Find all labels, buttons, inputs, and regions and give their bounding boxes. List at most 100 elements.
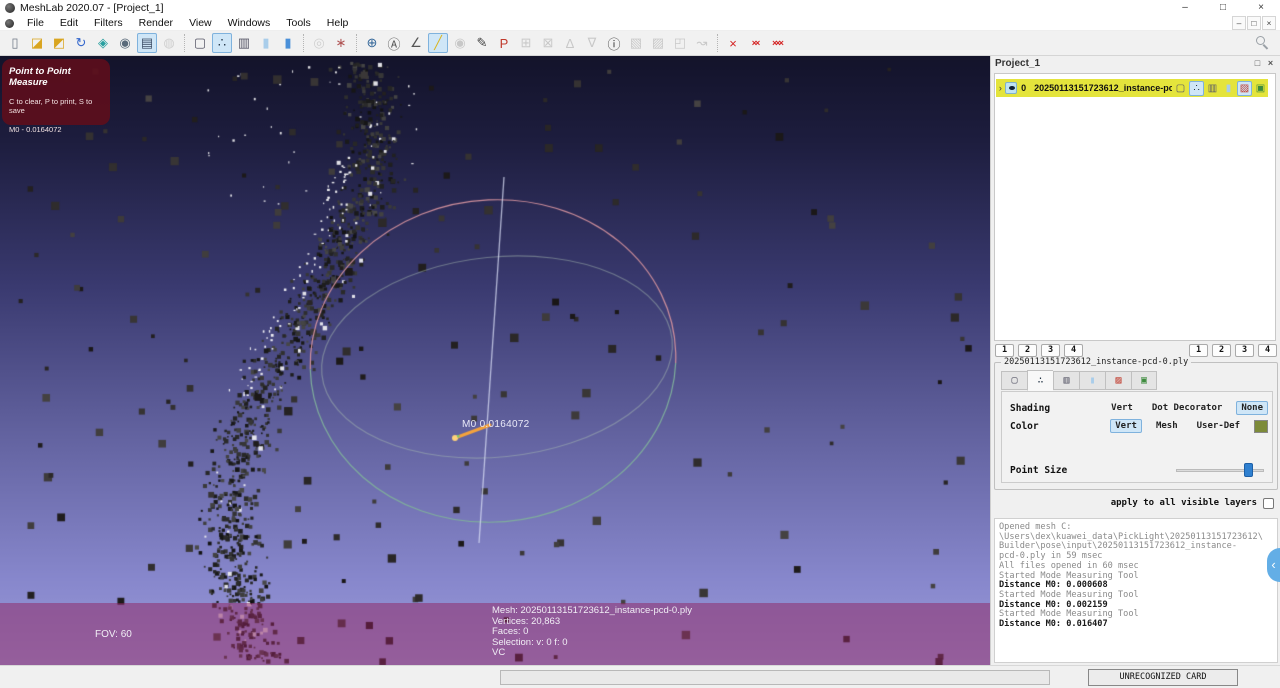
quick-button-right-2[interactable]: 2: [1212, 344, 1231, 357]
mdi-window-controls: – □ ×: [1231, 16, 1276, 30]
menubar: File Edit Filters Render View Windows Tools Hel…: [0, 16, 1280, 31]
open-project-icon[interactable]: ◪: [27, 33, 47, 53]
window-title: MeshLab 2020.07 - [Project_1]: [20, 2, 164, 14]
tab-wireframe-icon[interactable]: ▥: [1053, 371, 1079, 390]
shading-option-none[interactable]: None: [1236, 401, 1268, 415]
menu-windows[interactable]: Windows: [220, 16, 279, 30]
color-label: Color: [1010, 420, 1039, 432]
expand-arrow-icon[interactable]: ›: [996, 83, 1005, 93]
mdi-minimize-button[interactable]: –: [1232, 16, 1246, 30]
row-flat-icon[interactable]: ▮: [1221, 81, 1236, 96]
color-options: Vert Mesh User-Def: [1110, 419, 1268, 433]
menu-edit[interactable]: Edit: [52, 16, 86, 30]
quick-button-left-3[interactable]: 3: [1041, 344, 1060, 357]
quick-button-left-1[interactable]: 1: [995, 344, 1014, 357]
select-connected-icon: ▧: [629, 35, 643, 50]
new-project-icon[interactable]: ▯: [5, 33, 25, 53]
layer-name: 20250113151723612_instance-pcd-0 *: [1034, 83, 1173, 93]
visibility-eye-icon[interactable]: [1004, 82, 1018, 94]
mdi-close-button[interactable]: ×: [1262, 16, 1276, 30]
point-size-slider[interactable]: [1176, 463, 1264, 477]
row-points-icon[interactable]: ∴: [1189, 80, 1205, 96]
row-shaders-icon[interactable]: ▣: [1253, 81, 1268, 96]
measure-overlay-value: M0 - 0.0164072: [9, 125, 62, 134]
tab-points-icon[interactable]: ∴: [1027, 370, 1053, 391]
manipulator-tool-icon: ∆: [566, 35, 574, 51]
close-panel-button[interactable]: ×: [1264, 57, 1277, 70]
shading-option-vert[interactable]: Vert: [1106, 401, 1138, 415]
row-wireframe-icon[interactable]: ▥: [1205, 81, 1220, 96]
quick-button-right-3[interactable]: 3: [1235, 344, 1254, 357]
apply-checkbox[interactable]: [1263, 498, 1274, 509]
quick-button-right-1[interactable]: 1: [1189, 344, 1208, 357]
slider-handle[interactable]: [1244, 463, 1253, 477]
render-flat-icon[interactable]: ▮: [256, 33, 276, 53]
measure-overlay-hint: C to clear, P to print, S to save: [9, 97, 93, 115]
restore-button[interactable]: □: [1204, 0, 1242, 16]
layer-row-icons: ▢ ∴ ▥ ▮ ▨ ▣: [1172, 80, 1268, 96]
menu-file[interactable]: File: [19, 16, 52, 30]
orthographic-view-icon[interactable]: ⊕: [362, 33, 382, 53]
info-tool-icon[interactable]: ⓘ: [604, 33, 624, 53]
properties-box: Shading Vert Dot Decorator None Color Vert…: [1001, 391, 1273, 483]
snapshot-icon[interactable]: ◉: [115, 33, 135, 53]
tab-bbox-icon[interactable]: ▢: [1001, 371, 1027, 390]
render-bbox-icon[interactable]: ▢: [190, 33, 210, 53]
render-points-icon[interactable]: ∴: [212, 33, 232, 53]
render-wireframe-icon[interactable]: ▥: [234, 33, 254, 53]
show-axes-icon[interactable]: ∗: [331, 33, 351, 53]
point-cloud-canvas[interactable]: [0, 56, 990, 665]
quick-button-left-4[interactable]: 4: [1064, 344, 1083, 357]
mdi-restore-button[interactable]: □: [1247, 16, 1261, 30]
collapse-panel-chevron[interactable]: ‹: [1267, 548, 1280, 582]
tab-texture-icon[interactable]: ▨: [1105, 371, 1131, 390]
apply-label: apply to all visible layers: [1110, 498, 1257, 508]
menu-filters[interactable]: Filters: [86, 16, 131, 30]
angle-tool-icon[interactable]: ∠: [406, 33, 426, 53]
quick-button-left-2[interactable]: 2: [1018, 344, 1037, 357]
log-output[interactable]: Opened mesh C: \Users\dex\kuawei_data\Pic…: [994, 518, 1278, 663]
float-panel-button[interactable]: □: [1251, 57, 1264, 70]
unrecognized-card-button[interactable]: UNRECOGNIZED CARD: [1088, 669, 1238, 686]
toolbar-separator: [717, 34, 718, 52]
layer-row[interactable]: › 0 20250113151723612_instance-pcd-0 * ▢…: [996, 79, 1268, 97]
picked-points-tool-icon[interactable]: P: [494, 33, 514, 53]
search-icon[interactable]: [1256, 36, 1270, 50]
select-rect-icon: ▨: [651, 35, 665, 50]
import-mesh-icon[interactable]: ◩: [49, 33, 69, 53]
viewport-3d[interactable]: Point to Point Measure C to clear, P to …: [0, 56, 990, 665]
row-texture-icon[interactable]: ▨: [1237, 80, 1253, 96]
color-option-user-def[interactable]: User-Def: [1192, 419, 1245, 433]
tab-shaders-icon[interactable]: ▣: [1131, 371, 1157, 390]
unload-all-meshes-icon[interactable]: ××: [745, 33, 765, 53]
dock-header[interactable]: Project_1 □ ×: [991, 56, 1280, 72]
color-option-mesh[interactable]: Mesh: [1151, 419, 1183, 433]
progress-placeholder: [500, 670, 1050, 685]
mesh-groupbox: 20250113151723612_instance-pcd-0.ply ▢ ∴ ▥…: [994, 357, 1278, 490]
hud-vc: VC: [492, 647, 506, 658]
color-option-vert[interactable]: Vert: [1110, 419, 1142, 433]
show-layer-dialog-icon[interactable]: ▤: [137, 33, 157, 53]
menu-render[interactable]: Render: [131, 16, 181, 30]
unload-current-mesh-icon[interactable]: ×: [723, 33, 743, 53]
minimize-button[interactable]: –: [1166, 0, 1204, 16]
zpainting-tool-icon[interactable]: ✎: [472, 33, 492, 53]
toolbar-separator: [184, 34, 185, 52]
dock-header-buttons: □ ×: [1251, 57, 1277, 70]
close-project-icon[interactable]: ×××: [767, 33, 787, 53]
row-bbox-icon[interactable]: ▢: [1173, 81, 1188, 96]
tab-flat-icon[interactable]: ▮: [1079, 371, 1105, 390]
reload-mesh-icon[interactable]: ↻: [71, 33, 91, 53]
close-button[interactable]: ×: [1242, 0, 1280, 16]
measure-tool-icon[interactable]: ╱: [428, 33, 448, 53]
menu-view[interactable]: View: [181, 16, 220, 30]
user-def-color-swatch[interactable]: [1254, 419, 1268, 433]
export-mesh-icon[interactable]: ◈: [93, 33, 113, 53]
annotation-tool-icon[interactable]: Ⓐ: [384, 33, 404, 53]
shading-option-dot-decorator[interactable]: Dot Decorator: [1147, 401, 1227, 415]
render-smooth-icon[interactable]: ▮: [278, 33, 298, 53]
menu-tools[interactable]: Tools: [278, 16, 319, 30]
menu-help[interactable]: Help: [319, 16, 357, 30]
align-tool-icon: ∇: [587, 35, 597, 50]
quick-button-right-4[interactable]: 4: [1258, 344, 1277, 357]
